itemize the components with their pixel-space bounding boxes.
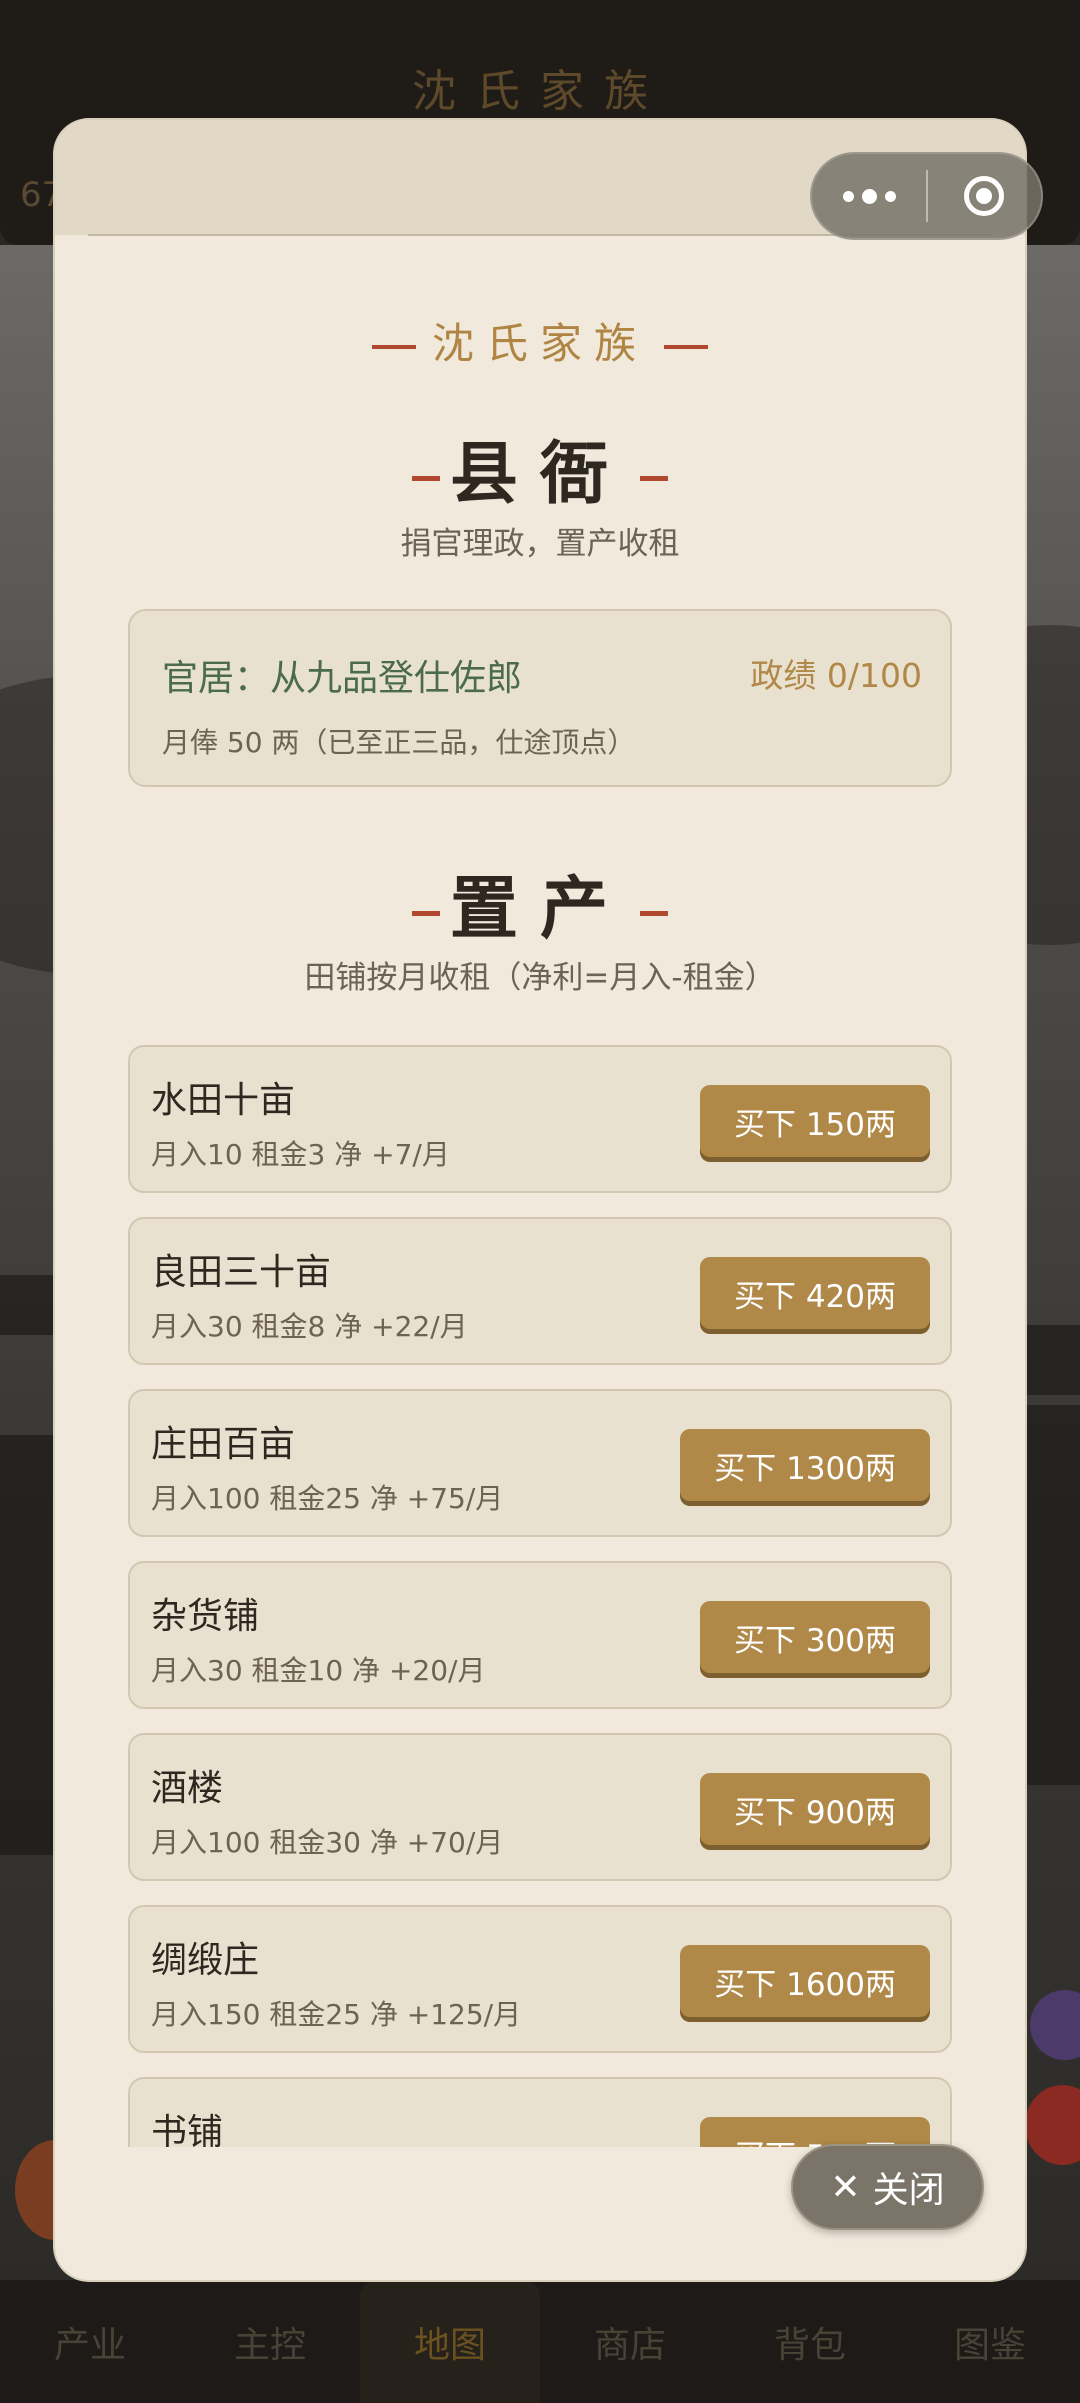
decor-dash <box>411 475 440 481</box>
nav-item-codex[interactable]: 图鉴 <box>900 2280 1080 2403</box>
property-name: 书铺 <box>151 2112 224 2147</box>
property-name: 水田十亩 <box>151 1080 296 1121</box>
property-income: 月入30 租金8 净 +22/月 <box>151 1310 468 1343</box>
property-item: 绸缎庄 月入150 租金25 净 +125/月 买下 1600两 <box>128 1905 952 2053</box>
nav-item-shop[interactable]: 商店 <box>540 2280 720 2403</box>
office-rank: 官居：从九品登仕佐郎 <box>162 658 523 699</box>
miniprogram-capsule <box>810 152 1043 240</box>
close-label: 关闭 <box>872 2170 945 2211</box>
decor-dash <box>664 344 708 349</box>
buy-button[interactable]: 买下 420两 <box>699 1257 930 1329</box>
decor-dash <box>371 344 416 349</box>
property-name: 酒楼 <box>151 1768 224 1809</box>
property-income: 月入30 租金10 净 +20/月 <box>151 1654 486 1687</box>
buy-button[interactable]: 买下 300两 <box>699 1601 930 1673</box>
property-section-subtitle: 田铺按月收租（净利=月入-租金） <box>304 960 776 996</box>
nav-item-main[interactable]: 主控 <box>180 2280 360 2403</box>
bottom-nav: 产业 主控 地图 商店 背包 图鉴 <box>0 2280 1080 2403</box>
office-merit: 政绩 0/100 <box>750 656 922 695</box>
property-income: 月入150 租金25 净 +125/月 <box>151 1998 522 2031</box>
nav-item-bag[interactable]: 背包 <box>720 2280 900 2403</box>
property-income: 月入100 租金30 净 +70/月 <box>151 1826 504 1859</box>
property-item: 良田三十亩 月入30 租金8 净 +22/月 买下 420两 <box>128 1217 952 1365</box>
property-item: 书铺 买下 500两 <box>128 2077 952 2147</box>
property-list[interactable]: 水田十亩 月入10 租金3 净 +7/月 买下 150两 良田三十亩 月入30 … <box>128 1045 952 2147</box>
office-section-title: 县衙 <box>0 418 1080 517</box>
buy-button[interactable]: 买下 500两 <box>699 2117 930 2147</box>
decor-dash <box>411 910 440 916</box>
property-item: 酒楼 月入100 租金30 净 +70/月 买下 900两 <box>128 1733 952 1881</box>
property-item: 庄田百亩 月入100 租金25 净 +75/月 买下 1300两 <box>128 1389 952 1537</box>
office-section-title-label: 县衙 <box>449 435 630 514</box>
decor-dash <box>640 910 668 916</box>
office-status-card: 官居：从九品登仕佐郎 政绩 0/100 月俸 50 两（已至正三品，仕途顶点） <box>128 609 952 787</box>
nav-item-industry[interactable]: 产业 <box>0 2280 180 2403</box>
office-salary: 月俸 50 两（已至正三品，仕途顶点） <box>162 726 636 759</box>
property-name: 良田三十亩 <box>151 1252 332 1293</box>
close-icon: ✕ <box>830 2166 861 2208</box>
property-section-title-label: 置产 <box>449 870 630 949</box>
property-name: 绸缎庄 <box>151 1940 260 1981</box>
more-dots-icon[interactable] <box>812 188 926 204</box>
buy-button[interactable]: 买下 1600两 <box>680 1945 930 2017</box>
property-income: 月入10 租金3 净 +7/月 <box>151 1138 450 1171</box>
property-section-title: 置产 <box>0 853 1080 952</box>
property-income: 月入100 租金25 净 +75/月 <box>151 1482 504 1515</box>
property-name: 庄田百亩 <box>151 1424 296 1465</box>
property-item: 水田十亩 月入10 租金3 净 +7/月 买下 150两 <box>128 1045 952 1193</box>
family-name-heading: 沈氏家族 <box>0 310 1080 371</box>
buy-button[interactable]: 买下 1300两 <box>680 1429 930 1501</box>
buy-button[interactable]: 买下 900两 <box>699 1773 930 1845</box>
family-name-label: 沈氏家族 <box>431 319 648 368</box>
property-item: 杂货铺 月入30 租金10 净 +20/月 买下 300两 <box>128 1561 952 1709</box>
decor-dash <box>640 475 668 481</box>
nav-item-map[interactable]: 地图 <box>360 2280 540 2403</box>
background-title: 沈氏家族 <box>412 66 668 117</box>
buy-button[interactable]: 买下 150两 <box>699 1085 930 1157</box>
property-name: 杂货铺 <box>151 1596 260 1637</box>
close-button[interactable]: ✕ 关闭 <box>791 2144 984 2230</box>
target-circle-icon[interactable] <box>928 176 1041 216</box>
office-section-subtitle: 捐官理政，置产收租 <box>400 526 680 562</box>
